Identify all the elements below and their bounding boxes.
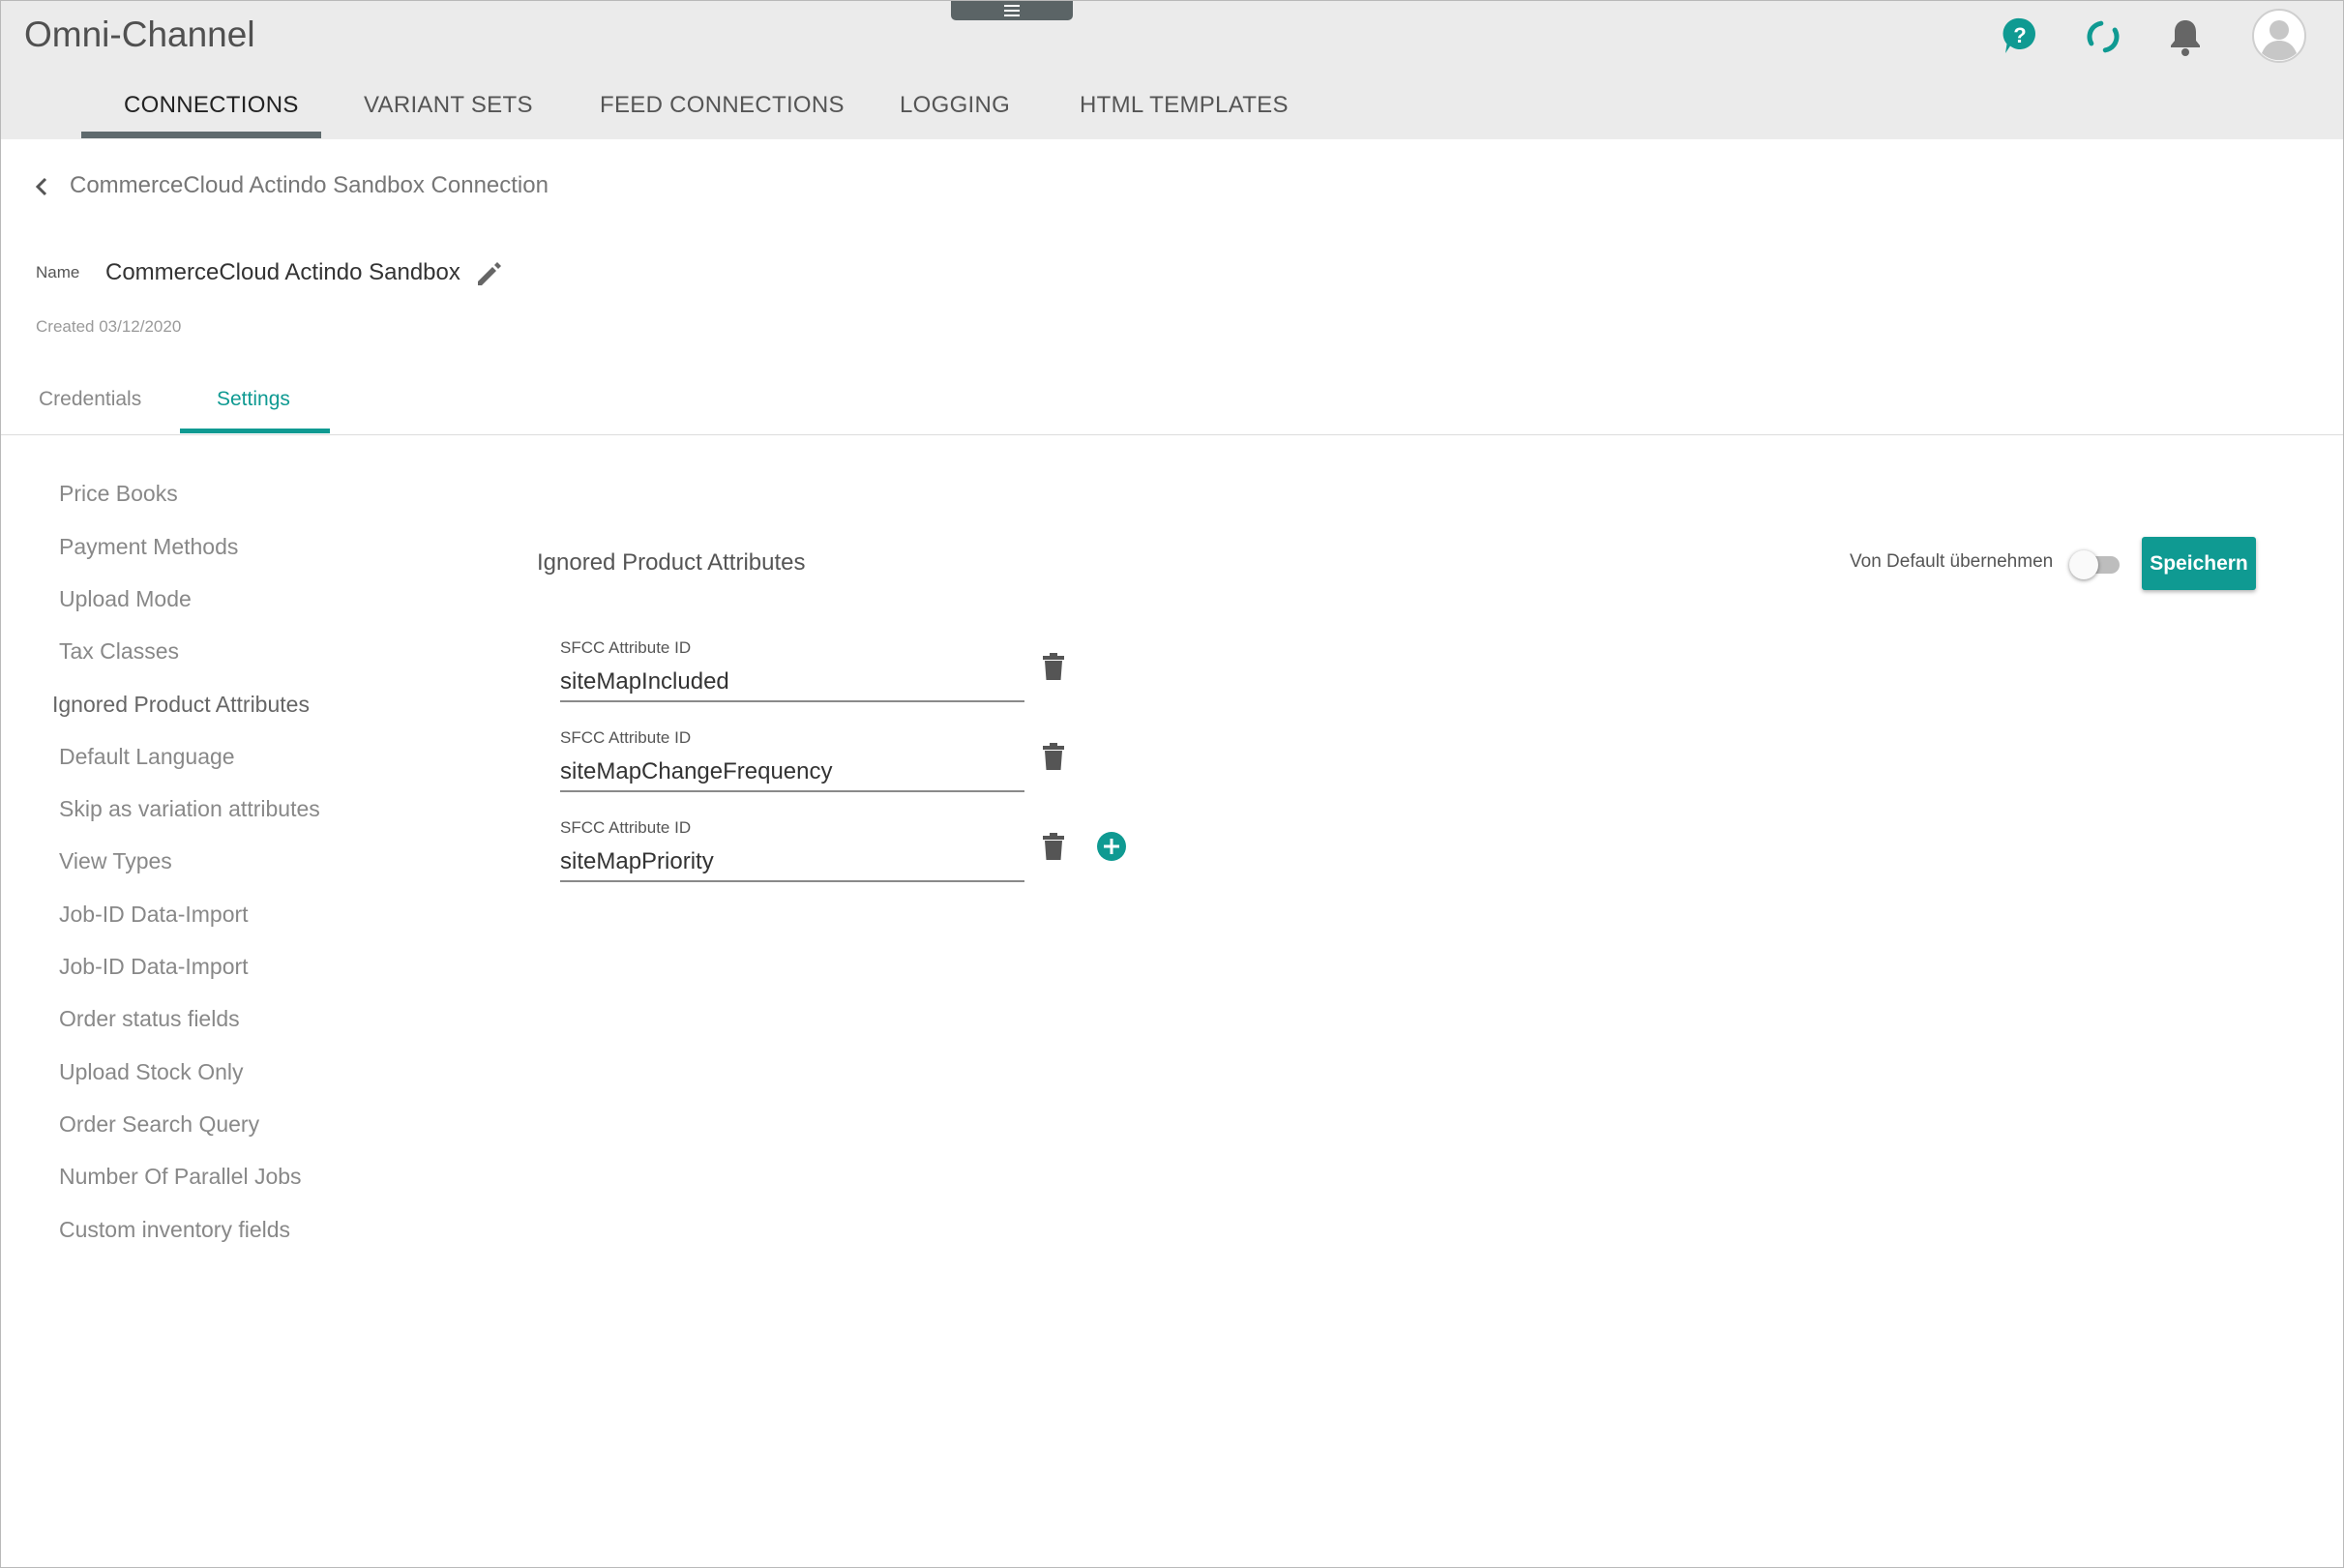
sidebar-item-number-of-parallel-jobs[interactable]: Number Of Parallel Jobs <box>59 1164 302 1190</box>
sidebar-item-order-status-fields[interactable]: Order status fields <box>59 1006 240 1032</box>
sidebar-item-custom-inventory-fields[interactable]: Custom inventory fields <box>59 1217 290 1243</box>
svg-text:?: ? <box>2013 23 2026 47</box>
attribute-input-2[interactable] <box>560 754 1024 792</box>
sidebar-item-job-id-data-import[interactable]: Job-ID Data-Import <box>59 902 249 928</box>
active-subtab-indicator <box>180 429 330 433</box>
trash-icon[interactable] <box>1040 651 1067 682</box>
tab-settings[interactable]: Settings <box>217 388 290 411</box>
sidebar-item-job-id-data-import-2[interactable]: Job-ID Data-Import <box>59 954 249 980</box>
created-date: Created 03/12/2020 <box>36 317 182 336</box>
tab-variant-sets[interactable]: VARIANT SETS <box>364 92 533 119</box>
default-toggle[interactable] <box>2069 548 2123 579</box>
sidebar-item-tax-classes[interactable]: Tax Classes <box>59 638 179 665</box>
sidebar-item-payment-methods[interactable]: Payment Methods <box>59 534 238 560</box>
sidebar-item-skip-variation-attributes[interactable]: Skip as variation attributes <box>59 796 320 822</box>
sidebar-item-default-language[interactable]: Default Language <box>59 744 235 770</box>
tab-logging[interactable]: LOGGING <box>900 92 1010 119</box>
attribute-field-label: SFCC Attribute ID <box>560 728 692 747</box>
sidebar-item-price-books[interactable]: Price Books <box>59 481 178 507</box>
menu-toggle-button[interactable] <box>951 1 1073 20</box>
sidebar-item-upload-stock-only[interactable]: Upload Stock Only <box>59 1059 243 1085</box>
trash-icon[interactable] <box>1040 831 1067 862</box>
avatar-icon[interactable] <box>2252 9 2306 63</box>
trash-icon[interactable] <box>1040 741 1067 772</box>
add-circle-icon[interactable] <box>1096 831 1127 862</box>
attribute-field-label: SFCC Attribute ID <box>560 818 692 837</box>
divider <box>1 434 2343 435</box>
sidebar-item-upload-mode[interactable]: Upload Mode <box>59 586 192 612</box>
attribute-field-label: SFCC Attribute ID <box>560 638 692 657</box>
sidebar-item-order-search-query[interactable]: Order Search Query <box>59 1111 259 1138</box>
connection-name: CommerceCloud Actindo Sandbox <box>105 259 460 285</box>
help-icon[interactable]: ? <box>1996 13 2044 61</box>
default-toggle-label: Von Default übernehmen <box>1850 551 2054 572</box>
name-label: Name <box>36 263 80 281</box>
bell-icon[interactable] <box>2161 13 2210 61</box>
pencil-icon[interactable] <box>472 258 505 291</box>
tab-credentials[interactable]: Credentials <box>39 388 141 411</box>
active-tab-indicator <box>81 132 321 138</box>
save-button[interactable]: Speichern <box>2142 537 2256 590</box>
tab-feed-connections[interactable]: FEED CONNECTIONS <box>600 92 845 119</box>
attribute-input-3[interactable] <box>560 843 1024 882</box>
app-title: Omni-Channel <box>24 15 255 54</box>
top-header: Omni-Channel ? CONNECTIONS VARIANT SETS … <box>1 1 2343 139</box>
back-arrow-icon[interactable] <box>29 172 54 201</box>
tab-html-templates[interactable]: HTML TEMPLATES <box>1080 92 1289 119</box>
tab-connections[interactable]: CONNECTIONS <box>124 92 299 119</box>
attribute-input-1[interactable] <box>560 664 1024 702</box>
window-frame <box>0 0 2344 1568</box>
section-title: Ignored Product Attributes <box>537 549 806 576</box>
breadcrumb: CommerceCloud Actindo Sandbox Connection <box>70 172 549 198</box>
sync-icon[interactable] <box>2079 13 2127 61</box>
sidebar-item-view-types[interactable]: View Types <box>59 848 172 874</box>
sidebar-item-ignored-product-attributes[interactable]: Ignored Product Attributes <box>52 692 310 718</box>
